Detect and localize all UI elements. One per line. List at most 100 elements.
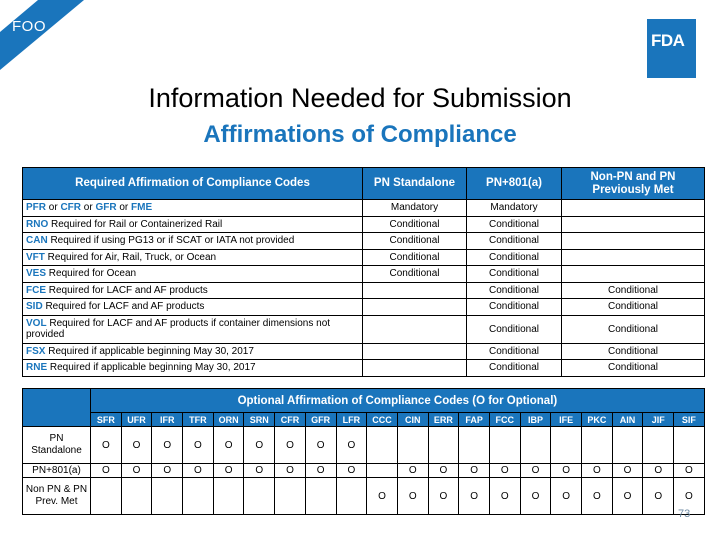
compliance-code: FME	[131, 202, 153, 214]
compliance-code: CFR	[60, 202, 82, 214]
optional-code-header: SRN	[243, 412, 276, 427]
optional-code-header: CIN	[396, 412, 429, 427]
code-description: Required for LACF and AF products if con…	[26, 318, 331, 340]
page-title: Information Needed for Submission	[148, 83, 572, 113]
optional-code-header: SFR	[90, 412, 122, 427]
header-non-pn: Non-PN and PN Previously Met	[561, 167, 705, 200]
optional-mark: O	[151, 426, 184, 464]
non-pn-value: Conditional	[561, 359, 705, 377]
optional-mark	[519, 426, 552, 464]
page-subtitle: Affirmations of Compliance	[203, 121, 517, 148]
compliance-code: FSX	[26, 345, 46, 357]
optional-mark	[366, 463, 398, 478]
pn-801a-value: Conditional	[466, 281, 562, 299]
pn-standalone-value	[362, 298, 467, 316]
requirement-description: FSX Required if applicable beginning May…	[22, 342, 363, 360]
optional-mark: O	[335, 426, 368, 464]
requirement-description: SID Required for LACF and AF products	[22, 298, 363, 316]
compliance-code: RNO	[26, 218, 49, 230]
optional-mark: O	[642, 477, 675, 515]
fda-logo-text: FDA	[651, 31, 685, 50]
pn-801a-value: Conditional	[466, 265, 562, 283]
code-description: Required if using PG13 or if SCAT or IAT…	[47, 235, 295, 247]
optional-mark: O	[396, 463, 429, 478]
optional-mark	[274, 477, 306, 515]
requirement-description: PFR or CFR or GFR or FME	[22, 199, 363, 217]
optional-mark	[488, 426, 521, 464]
pn-standalone-value	[362, 342, 467, 360]
required-table-row: VFT Required for Air, Rail, Truck, or Oc…	[22, 248, 705, 266]
requirement-description: RNE Required if applicable beginning May…	[22, 359, 363, 377]
code-description: Required for Air, Rail, Truck, or Ocean	[44, 251, 217, 263]
optional-code-header: IBP	[519, 412, 552, 427]
non-pn-value	[561, 265, 705, 283]
code-description: Required for Ocean	[46, 268, 137, 280]
banner-label: FOO	[12, 18, 46, 35]
required-table-row: PFR or CFR or GFR or FME Mandatory Mandato…	[22, 199, 705, 217]
pn-801a-value: Conditional	[466, 359, 562, 377]
optional-mark	[427, 426, 460, 464]
required-codes-table: Required Affirmation of Compliance Codes…	[22, 167, 705, 377]
code-description: Required if applicable beginning May 30,…	[47, 362, 256, 374]
optional-mark: O	[366, 477, 398, 515]
optional-mark	[550, 426, 582, 464]
optional-mark	[642, 426, 675, 464]
compliance-code: SID	[26, 301, 43, 313]
optional-code-header: PKC	[581, 412, 613, 427]
pn-standalone-value: Conditional	[362, 248, 467, 266]
optional-mark: O	[581, 477, 613, 515]
requirement-description: VOL Required for LACF and AF products if…	[22, 314, 363, 344]
optional-mark: O	[519, 477, 552, 515]
optional-mark: O	[458, 463, 490, 478]
optional-table-row: Non PN & PN Prev. Met O O O O O O O O O O O	[22, 477, 705, 515]
required-table-header: Required Affirmation of Compliance Codes…	[22, 167, 705, 200]
optional-row-label: Non PN & PN Prev. Met	[22, 477, 91, 515]
optional-mark: O	[243, 463, 276, 478]
code-joiner: or	[46, 202, 61, 214]
optional-mark: O	[274, 463, 306, 478]
pn-standalone-value	[362, 314, 467, 344]
non-pn-value: Conditional	[561, 281, 705, 299]
optional-mark: O	[611, 477, 644, 515]
pn-801a-value: Conditional	[466, 232, 562, 250]
optional-mark: O	[182, 426, 214, 464]
optional-table-corner	[22, 388, 91, 427]
optional-mark	[151, 477, 184, 515]
optional-mark: O	[151, 463, 184, 478]
code-description: Required for Rail or Containerized Rail	[48, 218, 223, 230]
optional-mark: O	[673, 463, 705, 478]
optional-mark: O	[90, 426, 122, 464]
optional-mark: O	[488, 463, 521, 478]
optional-mark: O	[243, 426, 276, 464]
optional-mark	[335, 477, 368, 515]
pn-801a-value: Conditional	[466, 314, 562, 344]
optional-code-header: UFR	[120, 412, 153, 427]
optional-row-label: PN Standalone	[22, 426, 91, 464]
optional-code-header: ERR	[427, 412, 460, 427]
optional-mark: O	[90, 463, 122, 478]
optional-code-header: IFR	[151, 412, 184, 427]
required-table-row: CAN Required if using PG13 or if SCAT or…	[22, 232, 705, 250]
optional-mark: O	[335, 463, 368, 478]
optional-code-header: JIF	[642, 412, 675, 427]
non-pn-value: Conditional	[561, 314, 705, 344]
compliance-code: GFR	[95, 202, 117, 214]
pn-801a-value: Conditional	[466, 215, 562, 233]
required-table-row: VES Required for Ocean Conditional Conditi…	[22, 265, 705, 283]
required-table-row: RNE Required if applicable beginning May…	[22, 359, 705, 377]
non-pn-value: Conditional	[561, 342, 705, 360]
compliance-code: VES	[26, 268, 47, 280]
header-pn-standalone: PN Standalone	[362, 167, 467, 200]
optional-mark: O	[427, 477, 460, 515]
optional-mark: O	[396, 477, 429, 515]
optional-mark: O	[581, 463, 613, 478]
requirement-description: VES Required for Ocean	[22, 265, 363, 283]
header-pn-801a: PN+801(a)	[466, 167, 562, 200]
pn-standalone-value	[362, 281, 467, 299]
optional-table-title: Optional Affirmation of Compliance Codes…	[90, 388, 705, 413]
compliance-code: RNE	[26, 362, 48, 374]
optional-mark: O	[212, 426, 245, 464]
optional-mark	[458, 426, 490, 464]
optional-mark	[212, 477, 245, 515]
optional-mark	[396, 426, 429, 464]
